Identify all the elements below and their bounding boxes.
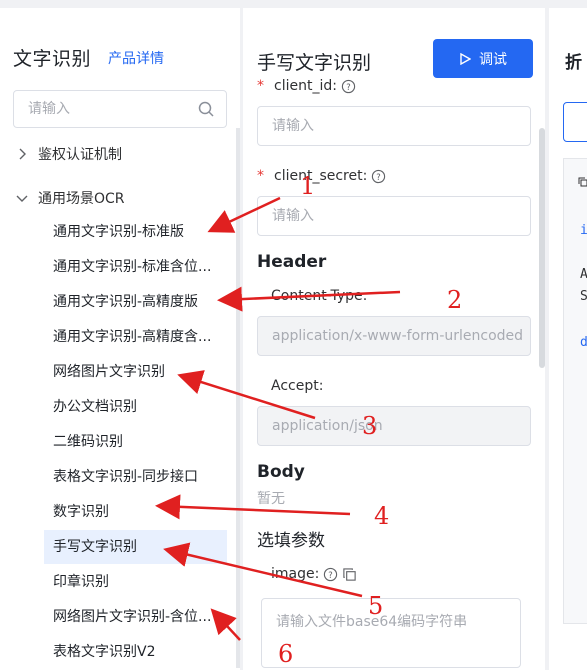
api-sidebar: 文字识别 产品详情 鉴权认证机制 通用场景OCR 通用文字识别-标准版通用文字识… xyxy=(0,8,240,670)
sidebar-item[interactable]: 表格文字识别V2 xyxy=(44,635,227,669)
required-mark: * xyxy=(257,78,264,94)
annotation-number: 3 xyxy=(362,412,378,440)
sidebar-item[interactable]: 通用文字识别-标准版 xyxy=(44,215,227,249)
request-scrollbar[interactable] xyxy=(539,128,545,368)
client-id-label-text: client_id: xyxy=(274,78,337,94)
search-box xyxy=(13,90,227,128)
response-select[interactable] xyxy=(563,102,587,142)
client-secret-input[interactable] xyxy=(257,196,531,236)
copy-icon[interactable] xyxy=(342,567,357,582)
play-icon xyxy=(460,52,471,65)
annotation-number: 2 xyxy=(447,286,463,314)
code-line: S xyxy=(580,289,587,304)
image-label: image: ? xyxy=(271,566,357,582)
code-block: i A S d xyxy=(563,158,587,624)
image-label-text: image: xyxy=(271,566,320,582)
svg-text:?: ? xyxy=(377,171,381,181)
sidebar-item[interactable]: 网络图片文字识别-含位... xyxy=(44,600,227,634)
tree-group-label: 通用场景OCR xyxy=(38,191,125,207)
optional-params-title: 选填参数 xyxy=(257,531,325,551)
sidebar-item[interactable]: 表格文字识别-同步接口 xyxy=(44,460,227,494)
svg-text:?: ? xyxy=(329,569,333,579)
body-section-title: Body xyxy=(257,462,305,482)
sidebar-item[interactable]: 数字识别 xyxy=(44,495,227,529)
client-id-input[interactable] xyxy=(257,106,531,146)
tab-response[interactable]: 折 xyxy=(565,48,582,73)
annotation-number: 6 xyxy=(278,640,294,668)
copy-icon[interactable] xyxy=(578,177,587,187)
sidebar-title: 文字识别 xyxy=(13,48,92,70)
help-icon[interactable]: ? xyxy=(371,169,386,184)
search-icon[interactable] xyxy=(198,101,214,117)
search-input[interactable] xyxy=(14,91,184,127)
sidebar-item[interactable]: 网络图片文字识别 xyxy=(44,355,227,389)
annotation-number: 1 xyxy=(300,172,316,200)
annotation-number: 5 xyxy=(368,592,384,620)
annotation-number: 4 xyxy=(374,502,390,530)
tree-group-label: 鉴权认证机制 xyxy=(38,147,122,163)
accept-input xyxy=(257,406,531,446)
client-secret-label: * client_secret: ? xyxy=(257,168,386,184)
help-icon[interactable]: ? xyxy=(341,79,356,94)
help-icon[interactable]: ? xyxy=(323,567,338,582)
client-secret-label-text: client_secret: xyxy=(274,168,368,184)
tree-group-general-ocr[interactable]: 通用场景OCR xyxy=(16,188,125,208)
chevron-right-icon xyxy=(19,148,26,160)
image-input[interactable] xyxy=(261,598,521,668)
code-line: d xyxy=(580,335,587,350)
response-panel: 折 i A S d xyxy=(549,8,587,670)
client-id-label: * client_id: ? xyxy=(257,78,356,94)
sidebar-item[interactable]: 通用文字识别-标准含位... xyxy=(44,250,227,284)
content-type-input xyxy=(257,316,531,356)
debug-button-label: 调试 xyxy=(479,51,507,68)
required-mark: * xyxy=(257,168,264,184)
page-title: 手写文字识别 xyxy=(257,52,372,74)
sidebar-item[interactable]: 通用文字识别-高精度版 xyxy=(44,285,227,319)
svg-text:?: ? xyxy=(346,81,350,91)
sidebar-item[interactable]: 二维码识别 xyxy=(44,425,227,459)
debug-button[interactable]: 调试 xyxy=(433,39,533,78)
sidebar-item[interactable]: 办公文档识别 xyxy=(44,390,227,424)
code-line: i xyxy=(580,223,587,238)
sidebar-item[interactable]: 通用文字识别-高精度含... xyxy=(44,320,227,354)
accept-label: Accept: xyxy=(271,378,324,394)
sidebar-item[interactable]: 手写文字识别 xyxy=(44,530,227,564)
chevron-down-icon xyxy=(16,195,28,202)
product-details-link[interactable]: 产品详情 xyxy=(108,48,164,68)
request-panel: 手写文字识别 调试 * client_id: ? * client_secret… xyxy=(243,8,545,670)
tree-group-auth[interactable]: 鉴权认证机制 xyxy=(16,144,122,164)
content-type-label: Content-Type: xyxy=(271,288,368,304)
sidebar-scrollbar[interactable] xyxy=(236,128,240,668)
body-empty-text: 暂无 xyxy=(257,491,285,507)
code-line: A xyxy=(580,267,587,282)
sidebar-item[interactable]: 印章识别 xyxy=(44,565,227,599)
header-section-title: Header xyxy=(257,252,327,272)
